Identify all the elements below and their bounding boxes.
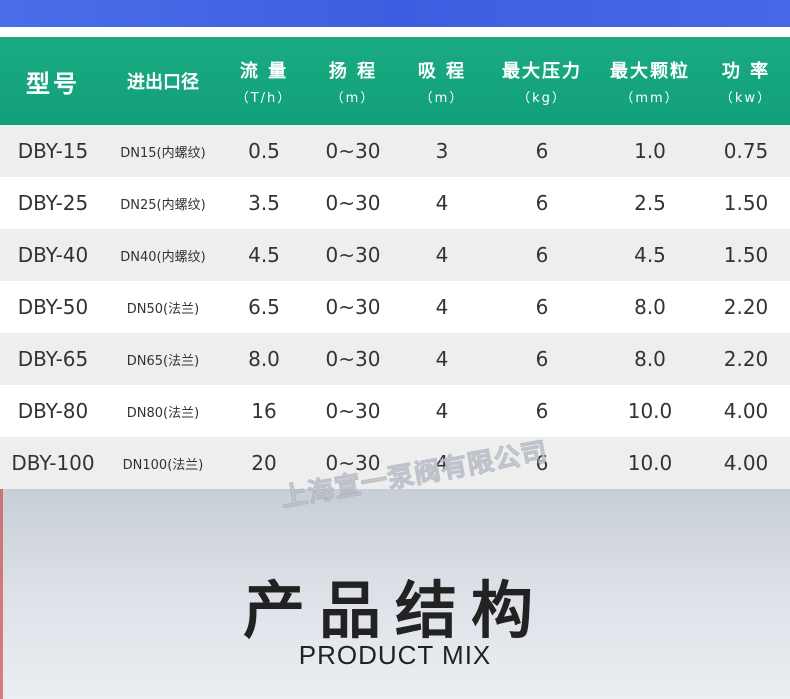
cell-suction: 4 <box>435 347 449 371</box>
cell-flow: 16 <box>251 399 277 423</box>
cell-model: DBY-50 <box>17 295 89 319</box>
cell-head: 0~30 <box>325 191 381 215</box>
cell-port-size: DN100(法兰) <box>122 457 204 473</box>
cell-model: DBY-100 <box>11 451 95 475</box>
spec-table: 型号 进出口径 流 量 （T/h） 扬 程 （m） 吸 程 （m） 最大压力 （… <box>0 37 790 489</box>
section-title: 产品结构 <box>242 574 547 647</box>
cell-head: 0~30 <box>325 399 381 423</box>
header-flow: 流 量 （T/h） <box>235 60 293 106</box>
cell-max-pressure: 6 <box>535 191 549 215</box>
cell-max-particle: 10.0 <box>627 451 673 475</box>
cell-power: 1.50 <box>723 243 769 267</box>
cell-max-pressure: 6 <box>535 243 549 267</box>
cell-model: DBY-65 <box>17 347 89 371</box>
header-power: 功 率 （kw） <box>719 60 773 106</box>
cell-head: 0~30 <box>325 243 381 267</box>
cell-model: DBY-40 <box>17 243 89 267</box>
cell-max-pressure: 6 <box>535 295 549 319</box>
cell-power: 2.20 <box>723 347 769 371</box>
cell-suction: 3 <box>435 139 449 163</box>
cell-max-particle: 8.0 <box>634 295 666 319</box>
cell-max-particle: 8.0 <box>634 347 666 371</box>
header-max-pressure: 最大压力 （kg） <box>502 60 582 106</box>
table-row: DBY-40 DN40(内螺纹) 4.5 0~30 4 6 4.5 1.50 <box>0 229 790 281</box>
cell-model: DBY-25 <box>17 191 89 215</box>
cell-model: DBY-80 <box>17 399 89 423</box>
cell-flow: 4.5 <box>248 243 280 267</box>
header-model: 型号 <box>26 69 80 98</box>
table-row: DBY-50 DN50(法兰) 6.5 0~30 4 6 8.0 2.20 <box>0 281 790 333</box>
cell-power: 2.20 <box>723 295 769 319</box>
cell-flow: 8.0 <box>248 347 280 371</box>
cell-max-pressure: 6 <box>535 399 549 423</box>
cell-port-size: DN15(内螺纹) <box>120 145 206 161</box>
cell-max-pressure: 6 <box>535 347 549 371</box>
cell-power: 4.00 <box>723 399 769 423</box>
table-row: DBY-80 DN80(法兰) 16 0~30 4 6 10.0 4.00 <box>0 385 790 437</box>
spacer <box>0 27 790 37</box>
cell-max-particle: 2.5 <box>634 191 666 215</box>
cell-suction: 4 <box>435 399 449 423</box>
cell-max-particle: 10.0 <box>627 399 673 423</box>
cell-max-particle: 1.0 <box>634 139 666 163</box>
cell-flow: 0.5 <box>248 139 280 163</box>
section-subtitle: PRODUCT MIX <box>298 640 492 670</box>
cell-head: 0~30 <box>325 347 381 371</box>
cell-head: 0~30 <box>325 295 381 319</box>
header-head: 扬 程 （m） <box>328 60 378 106</box>
cell-port-size: DN40(内螺纹) <box>120 249 206 265</box>
header-port-size: 进出口径 <box>127 72 199 93</box>
cell-suction: 4 <box>435 191 449 215</box>
table-row: DBY-65 DN65(法兰) 8.0 0~30 4 6 8.0 2.20 <box>0 333 790 385</box>
cell-flow: 3.5 <box>248 191 280 215</box>
cell-port-size: DN50(法兰) <box>126 301 200 317</box>
cell-power: 4.00 <box>723 451 769 475</box>
header-suction: 吸 程 （m） <box>417 60 467 106</box>
cell-power: 1.50 <box>723 191 769 215</box>
cell-port-size: DN65(法兰) <box>126 353 200 369</box>
table-row: DBY-25 DN25(内螺纹) 3.5 0~30 4 6 2.5 1.50 <box>0 177 790 229</box>
header-max-particle: 最大颗粒 （mm） <box>610 60 690 106</box>
top-banner-band <box>0 0 790 27</box>
cell-power: 0.75 <box>723 139 769 163</box>
cell-port-size: DN80(法兰) <box>126 405 200 421</box>
cell-flow: 6.5 <box>248 295 280 319</box>
cell-flow: 20 <box>251 451 277 475</box>
cell-max-pressure: 6 <box>535 139 549 163</box>
cell-suction: 4 <box>435 295 449 319</box>
table-row: DBY-15 DN15(内螺纹) 0.5 0~30 3 6 1.0 0.75 <box>0 125 790 177</box>
cell-port-size: DN25(内螺纹) <box>120 197 206 213</box>
cell-model: DBY-15 <box>17 139 89 163</box>
cell-head: 0~30 <box>325 139 381 163</box>
cell-max-particle: 4.5 <box>634 243 666 267</box>
cell-suction: 4 <box>435 243 449 267</box>
table-header-row: 型号 进出口径 流 量 （T/h） 扬 程 （m） 吸 程 （m） 最大压力 （… <box>0 37 790 125</box>
